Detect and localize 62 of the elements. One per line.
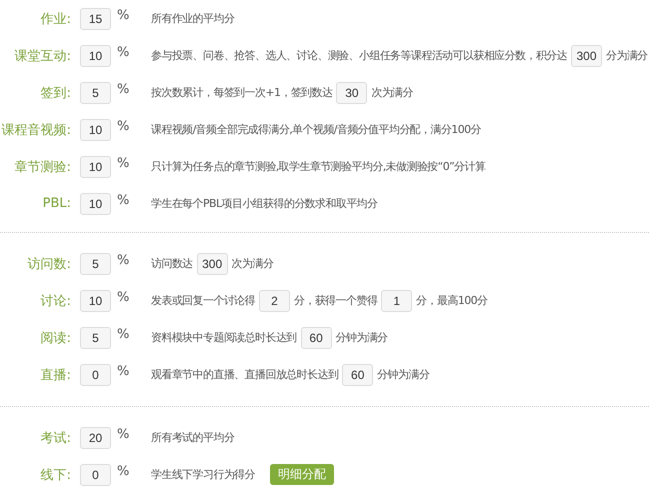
threshold-input[interactable]: 60 [342, 364, 374, 386]
description-text: 分为满分 [606, 48, 648, 63]
percent-sign: % [117, 156, 130, 171]
percent-input[interactable]: 10 [80, 290, 111, 312]
threshold-input[interactable]: 300 [196, 252, 228, 274]
description-text: 分钟为满分 [336, 330, 388, 345]
threshold-input[interactable]: 2 [259, 290, 290, 312]
field-label: 阅读: [40, 330, 71, 346]
description-text: 学生在每个PBL项目小组获得的分数求和取平均分 [151, 196, 378, 211]
field-label: 课程音视频: [0, 122, 71, 138]
description-text: 学生线下学习行为得分 [151, 467, 256, 482]
percent-sign: % [117, 8, 130, 23]
percent-sign: % [117, 45, 130, 60]
field-label: 作业: [40, 10, 71, 28]
description-text: 分钟为满分 [377, 367, 430, 382]
description-text: 课程视频/音频全部完成得满分,单个视频/音频分值平均分配，满分100分 [151, 122, 481, 137]
threshold-input[interactable]: 1 [381, 290, 412, 312]
field-label: PBL: [42, 196, 71, 211]
percent-input[interactable]: 5 [80, 82, 111, 104]
field-label: 章节测验: [14, 158, 71, 176]
field-label: 直播: [40, 366, 71, 384]
description-text: 次为满分 [232, 256, 274, 271]
percent-input[interactable]: 15 [80, 8, 111, 30]
percent-sign: % [117, 290, 130, 305]
percent-input[interactable]: 10 [80, 156, 111, 178]
percent-sign: % [117, 193, 130, 208]
field-label: 考试: [40, 430, 71, 446]
description-text: 参与投票、问卷、抢答、选人、讨论、测验、小组任务等课程活动可以获相应分数，积分达 [151, 48, 568, 63]
percent-sign: % [117, 427, 130, 442]
description-text: 资料模块中专题阅读总时长达到 [151, 330, 297, 345]
description-text: 只计算为任务点的章节测验,取学生章节测验平均分,未做测验按“0”分计算 [151, 159, 486, 174]
description-text: 发表或回复一个讨论得 [151, 293, 256, 308]
description-text: 观看章节中的直播、直播回放总时长达到 [151, 367, 338, 382]
description-text: 所有作业的平均分 [151, 11, 234, 26]
field-label: 访问数: [26, 256, 71, 272]
percent-sign: % [117, 464, 130, 479]
percent-input[interactable]: 10 [80, 192, 111, 214]
percent-sign: % [117, 253, 130, 268]
field-label: 线下: [40, 466, 71, 484]
percent-input[interactable]: 0 [80, 364, 111, 386]
description-text: 次为满分 [371, 85, 414, 100]
percent-sign: % [117, 364, 130, 379]
description-text: 所有考试的平均分 [151, 430, 234, 445]
percent-input[interactable]: 5 [80, 326, 111, 348]
threshold-input[interactable]: 60 [300, 326, 332, 348]
percent-input[interactable]: 0 [80, 464, 111, 486]
percent-input[interactable]: 5 [80, 252, 111, 274]
threshold-input[interactable]: 300 [571, 44, 602, 66]
percent-input[interactable]: 20 [80, 426, 111, 448]
percent-sign: % [117, 82, 130, 97]
threshold-input[interactable]: 30 [336, 82, 368, 104]
field-label: 签到: [40, 84, 71, 102]
percent-input[interactable]: 10 [80, 44, 111, 66]
field-label: 讨论: [40, 292, 71, 310]
description-text: 分，获得一个赞得 [294, 293, 378, 308]
field-label: 课堂互动: [14, 48, 71, 64]
description-text: 按次数累计，每签到一次+1，签到数达 [151, 85, 332, 100]
percent-sign: % [117, 327, 130, 342]
percent-input[interactable]: 10 [80, 118, 111, 140]
description-text: 访问数达 [151, 256, 193, 271]
percent-sign: % [117, 119, 130, 134]
description-text: 分，最高100分 [416, 293, 488, 308]
